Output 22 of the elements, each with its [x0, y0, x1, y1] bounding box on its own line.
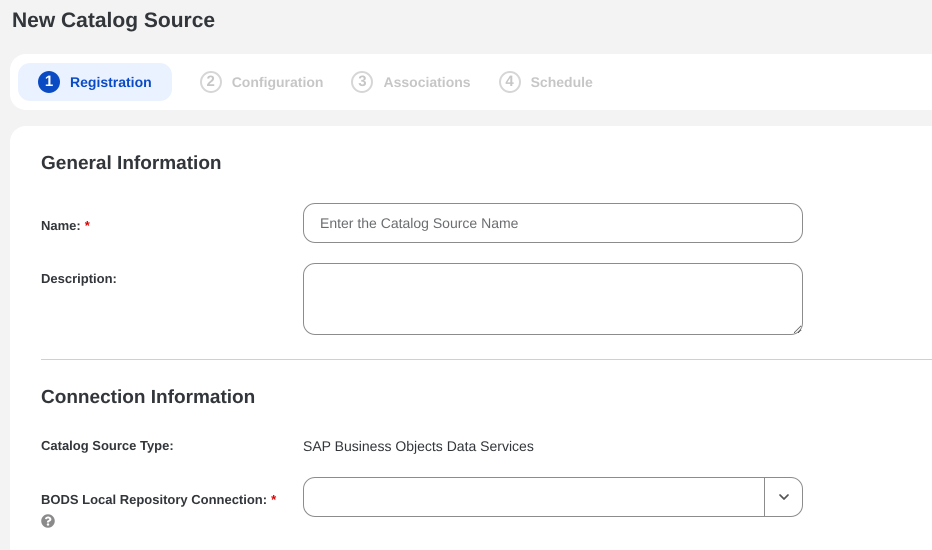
section-heading: General Information — [41, 152, 223, 176]
required-mark: * — [271, 492, 276, 507]
page-title: New Catalog Source — [12, 8, 216, 34]
connection-select[interactable] — [303, 477, 803, 517]
section-heading: Connection Information — [41, 386, 256, 410]
step-number: 4 — [498, 71, 521, 93]
step-tab[interactable]: 3 Associations — [351, 63, 471, 101]
help-icon[interactable] — [41, 514, 55, 528]
step-number: 1 — [38, 71, 60, 93]
required-mark: * — [84, 218, 90, 232]
field-value: SAP Business Objects Data Services — [303, 437, 534, 456]
field-label: Name: — [41, 218, 81, 232]
description-field[interactable] — [303, 262, 803, 334]
field-label: Description: — [41, 270, 117, 286]
step-number: 3 — [351, 71, 374, 93]
field-label: Catalog Source Type: — [41, 438, 174, 453]
step-tab[interactable]: 2 Configuration — [200, 63, 324, 101]
field-label: BODS Local Repository Connection: — [41, 492, 268, 507]
step-tab[interactable]: 4 Schedule — [498, 63, 593, 101]
name-field[interactable]: Enter the Catalog Source Name — [303, 202, 803, 242]
step-tab[interactable]: 1 Registration — [18, 63, 172, 101]
step-number: 2 — [200, 71, 222, 93]
